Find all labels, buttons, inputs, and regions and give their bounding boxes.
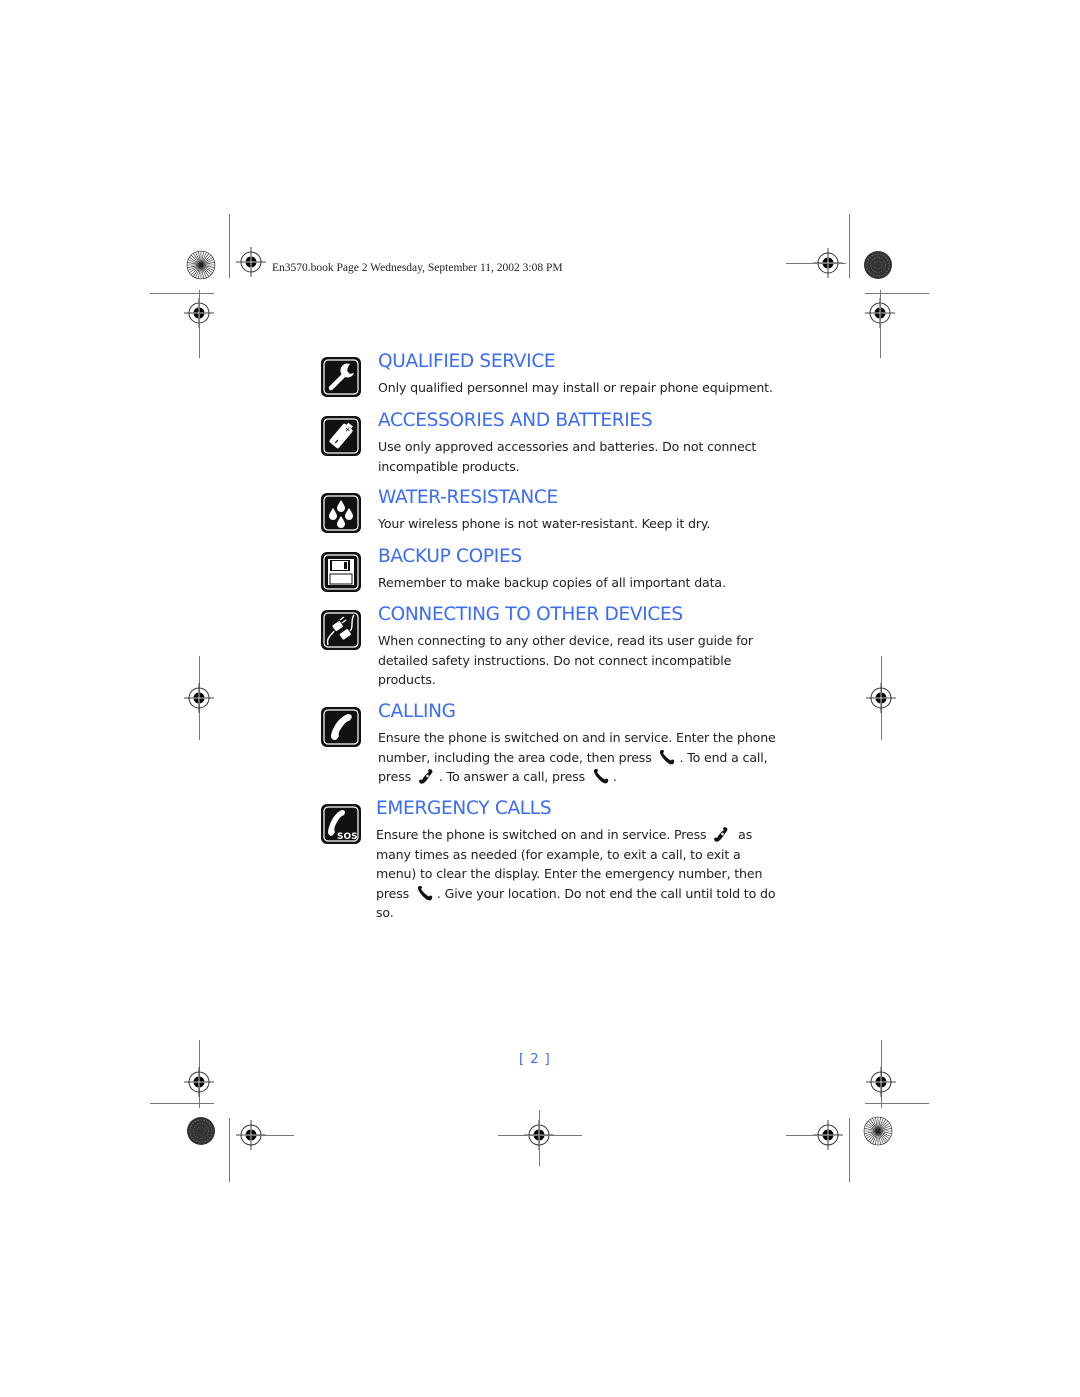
section-accessories-and-batteries: + ACCESSORIES AND BATTERIES Use only app… (320, 410, 790, 480)
section-title: CALLING (378, 701, 456, 722)
crop-mark-line (865, 293, 929, 294)
crop-mark-line (150, 293, 214, 294)
battery-icon: + (321, 416, 361, 456)
registration-mark (184, 1067, 214, 1097)
section-calling: CALLING Ensure the phone is switched on … (320, 701, 790, 791)
water-drops-icon (321, 493, 361, 533)
registration-mark (866, 683, 896, 713)
page-number: [ 2 ] (519, 1052, 551, 1067)
section-connecting-to-other-devices: CONNECTING TO OTHER DEVICES When connect… (320, 604, 790, 694)
crop-mark-line (786, 263, 846, 264)
registration-mark (236, 247, 266, 277)
section-emergency-calls: SOS EMERGENCY CALLS Ensure the phone is … (320, 798, 790, 920)
section-title: QUALIFIED SERVICE (378, 351, 556, 372)
dark-registration-disc (186, 1116, 216, 1146)
section-body: Use only approved accessories and batter… (378, 439, 757, 474)
starburst-registration-mark (863, 1116, 893, 1146)
end-key-icon (712, 825, 732, 843)
crop-mark-line (250, 1135, 294, 1136)
crop-mark-line (498, 1135, 582, 1136)
starburst-registration-mark (186, 250, 216, 280)
body-text: Ensure the phone is switched on and in s… (376, 827, 711, 842)
section-water-resistance: WATER-RESISTANCE Your wireless phone is … (320, 487, 790, 537)
crop-mark-line (849, 214, 850, 278)
talk-key-icon (415, 884, 435, 902)
crop-mark-line (880, 290, 881, 358)
print-slug: En3570.book Page 2 Wednesday, September … (272, 262, 563, 274)
section-body: Ensure the phone is switched on and in s… (376, 825, 778, 923)
section-qualified-service: QUALIFIED SERVICE Only qualified personn… (320, 351, 790, 401)
crop-mark-line (849, 1118, 850, 1182)
section-title: BACKUP COPIES (378, 546, 522, 567)
dark-registration-disc (863, 250, 893, 280)
wrench-icon (321, 357, 361, 397)
section-body: Remember to make backup copies of all im… (378, 575, 726, 590)
registration-mark (866, 1067, 896, 1097)
crop-mark-line (229, 1118, 230, 1182)
svg-text:SOS: SOS (337, 832, 358, 842)
section-title: CONNECTING TO OTHER DEVICES (378, 604, 683, 625)
registration-mark (184, 683, 214, 713)
section-title: EMERGENCY CALLS (376, 798, 552, 819)
plug-cable-icon (321, 610, 361, 650)
crop-mark-line (786, 1135, 830, 1136)
body-text: . (612, 769, 617, 784)
crop-mark-line (539, 1110, 540, 1166)
section-backup-copies: BACKUP COPIES Remember to make backup co… (320, 546, 790, 596)
section-body: When connecting to any other device, rea… (378, 633, 753, 687)
crop-mark-line (150, 1103, 214, 1104)
section-title: ACCESSORIES AND BATTERIES (378, 410, 653, 431)
section-body: Only qualified personnel may install or … (378, 380, 773, 395)
section-title: WATER-RESISTANCE (378, 487, 558, 508)
section-body: Ensure the phone is switched on and in s… (378, 728, 778, 787)
sos-phone-icon: SOS (321, 804, 361, 844)
section-body: Your wireless phone is not water-resista… (378, 516, 711, 531)
phone-handset-icon (321, 707, 361, 747)
floppy-disk-icon (321, 552, 361, 592)
crop-mark-line (865, 1103, 929, 1104)
end-key-icon (417, 767, 437, 785)
body-text: . Give your location. Do not end the cal… (376, 885, 776, 921)
crop-mark-line (199, 290, 200, 358)
body-text: . To answer a call, press (438, 769, 589, 784)
crop-mark-line (229, 214, 230, 278)
talk-key-icon (657, 748, 677, 766)
talk-key-icon (591, 767, 611, 785)
